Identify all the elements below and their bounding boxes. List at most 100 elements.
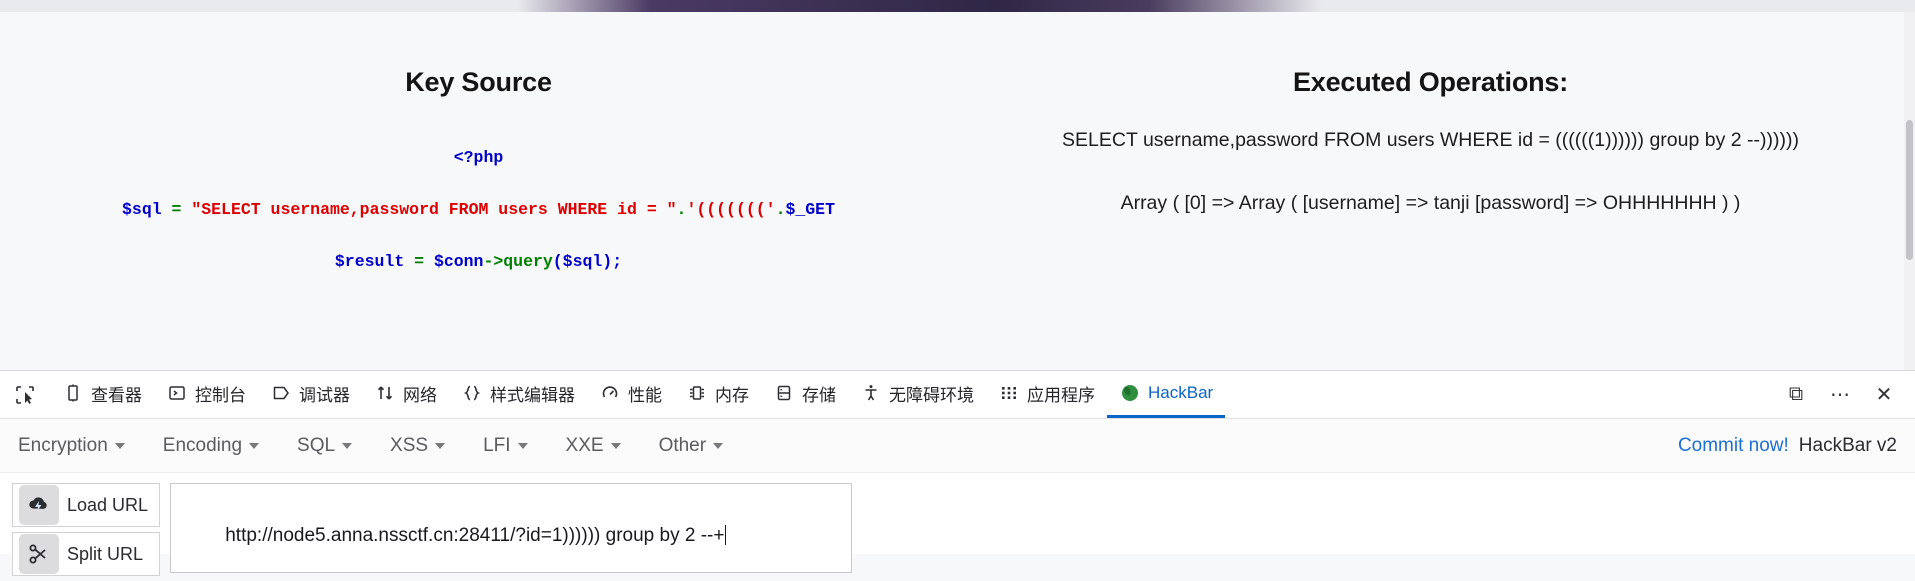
tab-style-editor-label: 样式编辑器 <box>490 385 575 405</box>
php-open-tag: <?php <box>453 148 504 167</box>
url-input[interactable]: http://node5.anna.nssctf.cn:28411/?id=1)… <box>170 483 852 573</box>
application-icon <box>998 382 1020 404</box>
network-icon <box>374 382 396 404</box>
tab-application[interactable]: 应用程序 <box>986 371 1107 418</box>
load-url-label: Load URL <box>67 494 149 515</box>
chevron-down-icon <box>435 442 446 449</box>
php-line-result-assignment: $result = $conn->query($sql); <box>0 236 957 288</box>
element-picker-icon[interactable] <box>6 378 44 412</box>
executed-operations-title: Executed Operations: <box>1292 67 1569 97</box>
php-var-result: $result <box>334 252 405 271</box>
php-string-select: "SELECT username,password FROM users WHE… <box>191 200 677 219</box>
chevron-down-icon <box>610 442 621 449</box>
key-source-title: Key Source <box>405 67 552 97</box>
menu-encryption-label: Encryption <box>18 434 108 456</box>
tab-storage-label: 存储 <box>802 385 836 405</box>
storage-icon <box>773 382 795 404</box>
split-console-icon[interactable]: ⧉ <box>1783 382 1809 408</box>
executed-sql-statement: SELECT username,password FROM users WHER… <box>1062 129 1799 151</box>
menu-other-label: Other <box>658 434 707 456</box>
php-method-query: query <box>503 252 553 271</box>
split-url-button[interactable]: Split URL <box>12 532 160 576</box>
php-string-parens: '(((((((' <box>686 200 776 219</box>
menu-sql-label: SQL <box>297 434 336 456</box>
meatball-menu-icon[interactable]: ⋯ <box>1827 382 1853 408</box>
commit-now-link[interactable]: Commit now! <box>1678 435 1789 457</box>
menu-xxe[interactable]: XXE <box>566 435 621 457</box>
menu-lfi-label: LFI <box>483 434 511 456</box>
chevron-down-icon <box>114 442 125 449</box>
console-icon <box>166 382 188 404</box>
tab-debugger[interactable]: 调试器 <box>258 371 362 418</box>
tab-console-label: 控制台 <box>195 385 246 405</box>
style-editor-icon <box>461 382 483 404</box>
tab-hackbar-label: HackBar <box>1148 383 1214 402</box>
php-op-assign-2: = <box>414 252 425 271</box>
tab-inspector-label: 查看器 <box>91 385 142 405</box>
tab-performance-label: 性能 <box>628 385 662 405</box>
php-concat-2: . <box>775 200 786 219</box>
chevron-down-icon <box>517 442 528 449</box>
hackbar-panel: Encryption Encoding SQL XSS LFI XXE Othe… <box>0 419 1915 576</box>
hackbar-icon <box>1119 382 1141 404</box>
menu-xss-label: XSS <box>390 434 429 456</box>
debugger-icon <box>270 382 292 404</box>
performance-icon <box>599 382 621 404</box>
load-url-button[interactable]: Load URL <box>12 483 160 527</box>
php-query-argument: ($sql); <box>552 252 623 271</box>
query-result-dump: Array ( [0] => Array ( [username] => tan… <box>1120 192 1741 214</box>
accessibility-icon <box>860 382 882 404</box>
hackbar-body: Load URL Split URL http://node5.anna.nss… <box>0 473 1915 581</box>
executed-operations-column: Executed Operations: SELECT username,pas… <box>957 12 1904 218</box>
php-superglobal-get: $_GET <box>785 200 835 219</box>
tab-debugger-label: 调试器 <box>299 385 350 405</box>
tab-performance[interactable]: 性能 <box>587 371 674 418</box>
tab-network[interactable]: 网络 <box>362 371 449 418</box>
tab-accessibility-label: 无障碍环境 <box>889 385 974 405</box>
chevron-down-icon <box>713 442 724 449</box>
memory-icon <box>686 382 708 404</box>
menu-encryption[interactable]: Encryption <box>18 435 125 457</box>
menu-lfi[interactable]: LFI <box>483 434 528 457</box>
tab-inspector[interactable]: 查看器 <box>50 371 154 418</box>
menu-xxe-label: XXE <box>565 434 604 456</box>
tab-hackbar[interactable]: HackBar <box>1107 371 1226 418</box>
close-icon[interactable]: ✕ <box>1871 382 1897 408</box>
menu-other[interactable]: Other <box>659 435 724 457</box>
php-line-open-tag: <?php <box>0 132 957 184</box>
menu-sql[interactable]: SQL <box>297 434 353 457</box>
hackbar-action-buttons: Load URL Split URL <box>12 483 160 581</box>
php-concat-1: . <box>676 200 687 219</box>
web-page-content: Key Source <?php $sql = "SELECT username… <box>0 0 1915 370</box>
page-scrollbar-thumb[interactable] <box>1906 120 1913 260</box>
tab-accessibility[interactable]: 无障碍环境 <box>848 371 986 418</box>
page-scrollbar[interactable] <box>1904 12 1915 370</box>
load-url-icon <box>19 485 59 525</box>
menu-encoding[interactable]: Encoding <box>162 434 260 457</box>
chevron-down-icon <box>342 442 353 449</box>
php-op-assign-1: = <box>171 200 182 219</box>
split-url-icon <box>19 534 59 574</box>
hackbar-branding: Commit now! HackBar v2 <box>1678 435 1897 457</box>
tab-console[interactable]: 控制台 <box>154 371 258 418</box>
menu-encoding-label: Encoding <box>162 434 243 456</box>
developer-tools-panel: 查看器 控制台 调试器 网络 样式编辑器 性能 内存 存储 无障碍环境 应用程序… <box>0 370 1915 576</box>
php-arrow-op: -> <box>483 252 504 271</box>
php-source-code: <?php $sql = "SELECT username,password F… <box>0 132 957 288</box>
php-line-sql-assignment: $sql = "SELECT username,password FROM us… <box>0 184 957 236</box>
tab-storage[interactable]: 存储 <box>761 371 848 418</box>
tab-memory[interactable]: 内存 <box>674 371 761 418</box>
tab-style-editor[interactable]: 样式编辑器 <box>449 371 587 418</box>
tab-network-label: 网络 <box>403 385 437 405</box>
php-var-conn: $conn <box>433 252 484 271</box>
url-input-value: http://node5.anna.nssctf.cn:28411/?id=1)… <box>225 525 725 546</box>
page-hero-banner <box>0 0 1915 12</box>
tab-application-label: 应用程序 <box>1027 385 1095 405</box>
menu-xss[interactable]: XSS <box>390 434 446 457</box>
tab-memory-label: 内存 <box>715 385 749 405</box>
inspector-icon <box>62 382 84 404</box>
chevron-down-icon <box>249 442 260 449</box>
split-url-label: Split URL <box>67 543 144 564</box>
hackbar-version-label: HackBar v2 <box>1798 434 1897 456</box>
devtools-toolbar-actions: ⧉ ⋯ ✕ <box>1783 382 1915 408</box>
